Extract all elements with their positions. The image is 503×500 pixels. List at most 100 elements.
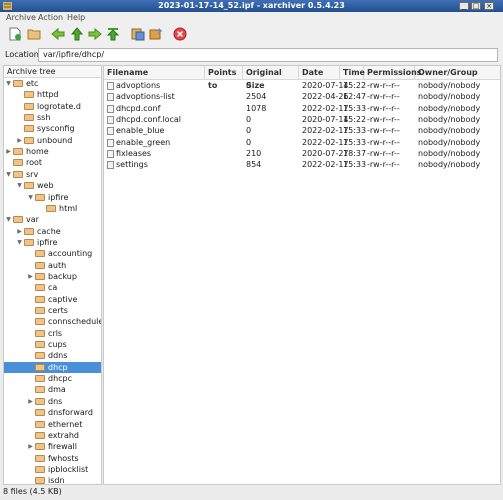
expander-closed-icon[interactable]: ▶ xyxy=(16,226,23,237)
location-bar: Location: var/ipfire/dhcp/ xyxy=(0,47,503,64)
expander-open-icon[interactable]: ▼ xyxy=(16,180,23,191)
extract-icon[interactable] xyxy=(131,27,145,41)
menu-help[interactable]: Help xyxy=(67,12,85,23)
tree-item[interactable]: ▼ srv xyxy=(4,169,101,180)
tree-item-label: ca xyxy=(48,283,58,293)
file-row[interactable]: dhcpd.conf.local 0 2020-07-14 15:22 -rw-r--r… xyxy=(104,114,500,125)
tree-item[interactable]: sysconfig xyxy=(4,123,101,134)
tree-item-label: auth xyxy=(48,260,67,270)
col-points-to-header[interactable]: Points to xyxy=(205,66,243,90)
tree-item[interactable]: html xyxy=(4,203,101,214)
col-filename-header[interactable]: Filename xyxy=(104,66,205,79)
file-row[interactable]: enable_blue 0 2022-02-17 15:33 -rw-r--r-- nob… xyxy=(104,125,500,136)
expander-closed-icon[interactable]: ▶ xyxy=(27,271,34,282)
stop-icon[interactable] xyxy=(173,27,187,41)
home-icon[interactable] xyxy=(106,27,120,41)
col-time-cell: 15:33 xyxy=(343,103,367,113)
close-button[interactable]: × xyxy=(484,2,494,10)
tree-item[interactable]: httpd xyxy=(4,89,101,100)
tree-item[interactable]: ▼ etc xyxy=(4,78,101,89)
up-icon[interactable] xyxy=(70,27,84,41)
file-row[interactable]: enable_green 0 2022-02-17 15:33 -rw-r--r-- no… xyxy=(104,137,500,148)
back-icon[interactable] xyxy=(51,27,65,41)
tree-item[interactable]: ▶ unbound xyxy=(4,135,101,146)
tree-item[interactable]: extrahd xyxy=(4,430,101,441)
tree-item[interactable]: dhcpc xyxy=(4,373,101,384)
minimize-button[interactable]: _ xyxy=(459,2,469,10)
tree-item[interactable]: ▶ cache xyxy=(4,226,101,237)
tree-item[interactable]: ▼ var xyxy=(4,214,101,225)
col-date-cell: 2020-07-14 xyxy=(302,115,349,125)
expander-open-icon[interactable]: ▼ xyxy=(27,192,34,203)
tree-item[interactable]: ca xyxy=(4,282,101,293)
archive-tree-header[interactable]: Archive tree xyxy=(4,66,101,78)
maximize-button[interactable]: □ xyxy=(471,2,481,10)
col-time-header[interactable]: Time xyxy=(340,66,365,79)
file-row[interactable]: settings 854 2022-02-17 15:33 -rw-r--r-- nobo… xyxy=(104,159,500,170)
tree-item[interactable]: ▼ ipfire xyxy=(4,192,101,203)
tree-item[interactable]: ddns xyxy=(4,350,101,361)
tree-item[interactable]: ipblocklist xyxy=(4,464,101,475)
forward-icon[interactable] xyxy=(88,27,102,41)
tree-item[interactable]: ▶ firewall xyxy=(4,441,101,452)
expander-closed-icon[interactable]: ▶ xyxy=(27,396,34,407)
folder-icon xyxy=(35,284,45,292)
col-owner-group-header[interactable]: Owner/Group xyxy=(415,66,500,79)
col-permissions-cell: -rw-r--r-- xyxy=(367,149,400,159)
expander-open-icon[interactable]: ▼ xyxy=(5,78,12,89)
tree-item[interactable]: connscheduler xyxy=(4,316,101,327)
file-list[interactable]: Filename Points to Original Size Date Time Pe… xyxy=(103,65,501,485)
expander-open-icon[interactable]: ▼ xyxy=(5,169,12,180)
new-archive-icon[interactable] xyxy=(8,27,22,41)
file-row[interactable]: fixleases 210 2020-07-27 18:37 -rw-r--r-- nob… xyxy=(104,148,500,159)
tree-item[interactable]: crls xyxy=(4,328,101,339)
col-filename-cell: enable_blue xyxy=(116,126,165,136)
open-archive-icon[interactable] xyxy=(27,27,41,41)
folder-icon xyxy=(13,170,23,178)
file-row[interactable]: advoptions-list 2504 2022-04-26 12:47 -rw-r-… xyxy=(104,91,500,102)
col-original-size-cell: 0 xyxy=(246,81,252,90)
folder-icon xyxy=(35,431,45,439)
col-original-size-header[interactable]: Original Size xyxy=(243,66,299,90)
tree-item[interactable]: dhcp xyxy=(4,361,101,373)
menu-action[interactable]: Action xyxy=(38,12,63,23)
tree-item[interactable]: dma xyxy=(4,384,101,395)
tree-item[interactable]: certs xyxy=(4,305,101,316)
tree-item-label: logrotate.d xyxy=(37,101,81,111)
tree-item[interactable]: auth xyxy=(4,260,101,271)
tree-item[interactable]: accounting xyxy=(4,248,101,259)
file-list-header: Filename Points to Original Size Date Time Pe… xyxy=(104,66,500,90)
tree-item[interactable]: dnsforward xyxy=(4,407,101,418)
tree-item[interactable]: root xyxy=(4,157,101,168)
tree-item[interactable]: ▶ backup xyxy=(4,271,101,282)
tree-item-label: var xyxy=(26,215,39,225)
col-time-cell: 15:33 xyxy=(343,137,367,147)
tree-item[interactable]: fwhosts xyxy=(4,453,101,464)
file-row[interactable]: advoptions 0 2020-07-14 15:22 -rw-r--r-- nobo… xyxy=(104,80,500,91)
tree-item[interactable]: cups xyxy=(4,339,101,350)
tree-item[interactable]: ▼ web xyxy=(4,180,101,191)
archive-tree[interactable]: Archive tree ▼ etc httpd logrotate.d ssh sysc… xyxy=(3,65,102,485)
tree-item[interactable]: ▶ home xyxy=(4,146,101,157)
tree-item[interactable]: ssh xyxy=(4,112,101,123)
tree-item[interactable]: ▶ dns xyxy=(4,396,101,407)
col-date-header[interactable]: Date xyxy=(299,66,340,79)
menu-archive[interactable]: Archive xyxy=(6,12,36,23)
expander-closed-icon[interactable]: ▶ xyxy=(5,146,12,157)
tree-item[interactable]: isdn xyxy=(4,475,101,484)
tree-item[interactable]: ▼ ipfire xyxy=(4,237,101,248)
col-permissions-header[interactable]: Permissions xyxy=(364,66,422,79)
toolbar xyxy=(0,23,503,48)
expander-closed-icon[interactable]: ▶ xyxy=(27,441,34,452)
tree-item-label: dhcpc xyxy=(48,374,73,384)
col-permissions-cell: -rw-r--r-- xyxy=(367,137,400,147)
tree-item[interactable]: captive xyxy=(4,294,101,305)
add-icon[interactable] xyxy=(149,27,163,41)
expander-open-icon[interactable]: ▼ xyxy=(5,214,12,225)
file-row[interactable]: dhcpd.conf 1078 2022-02-17 15:33 -rw-r--r-- n… xyxy=(104,103,500,114)
expander-closed-icon[interactable]: ▶ xyxy=(16,135,23,146)
tree-item[interactable]: logrotate.d xyxy=(4,101,101,112)
tree-item[interactable]: ethernet xyxy=(4,419,101,430)
location-input[interactable]: var/ipfire/dhcp/ xyxy=(38,48,498,62)
expander-open-icon[interactable]: ▼ xyxy=(16,237,23,248)
